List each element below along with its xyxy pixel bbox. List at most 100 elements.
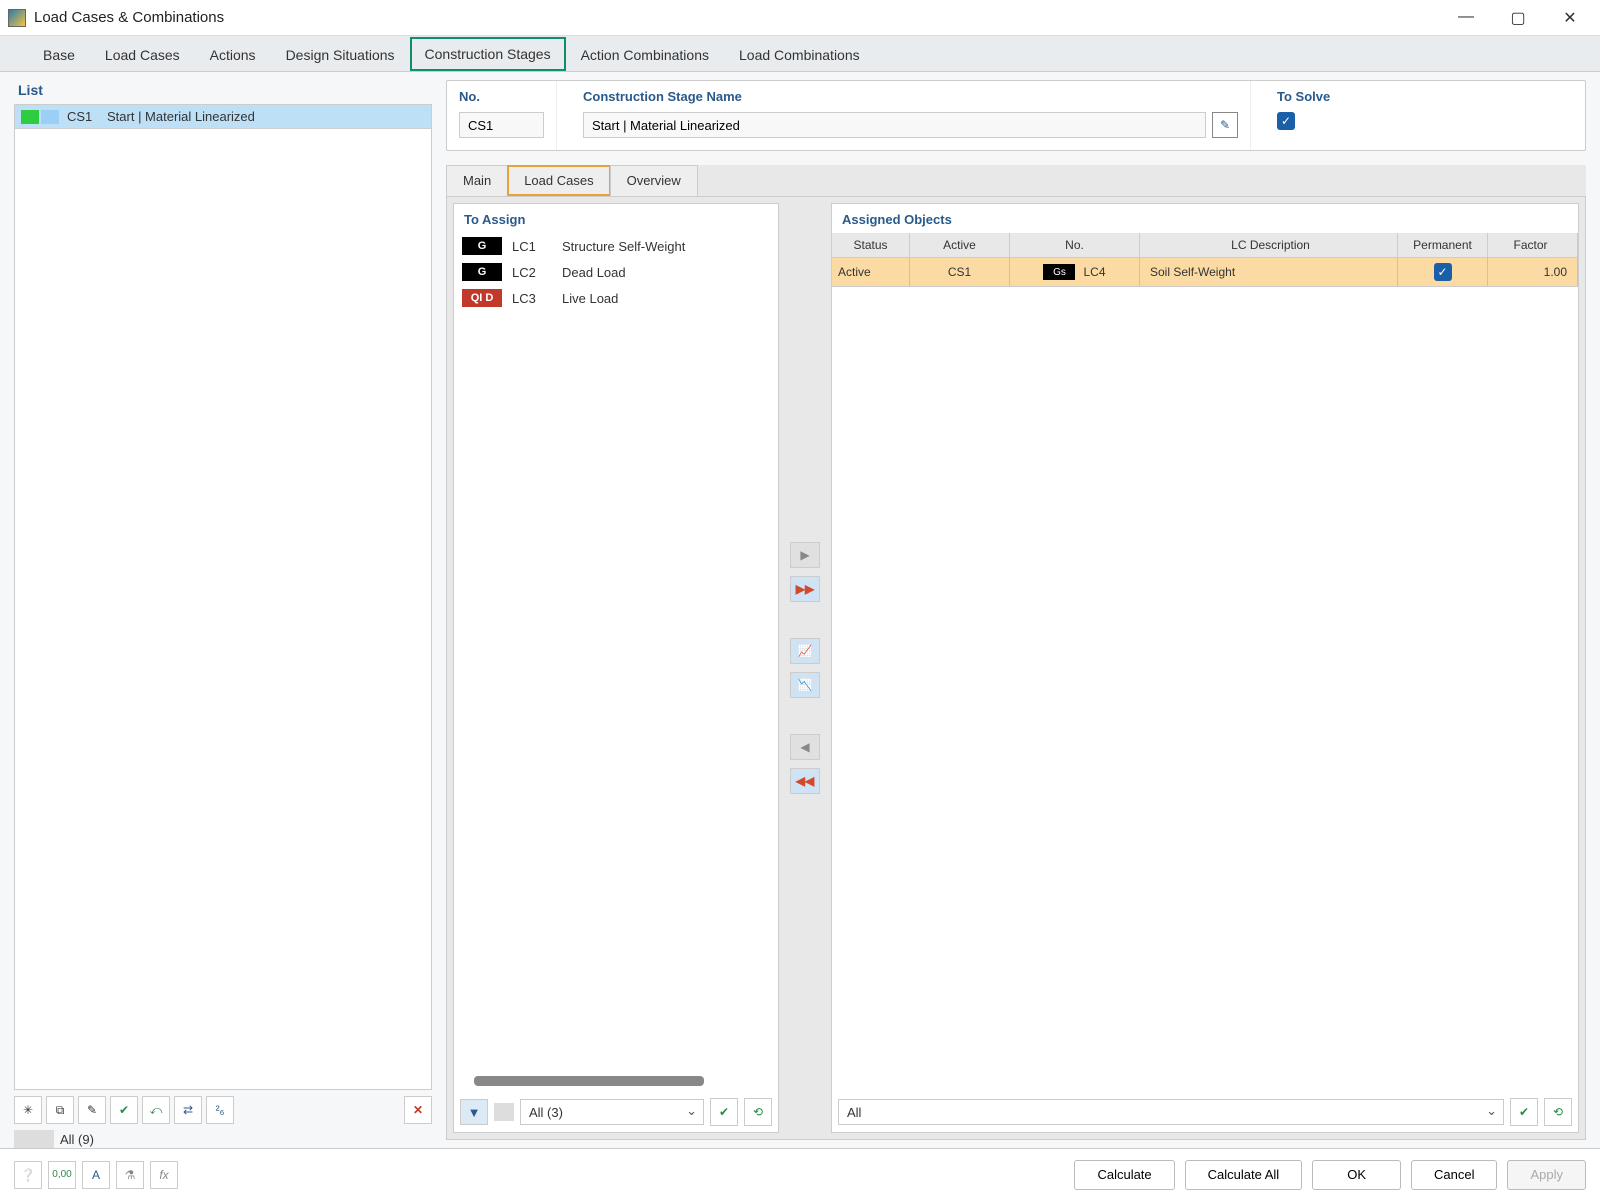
function-button[interactable]: fx bbox=[150, 1161, 178, 1189]
renumber-button[interactable]: ⇄ bbox=[174, 1096, 202, 1124]
to-assign-panel: To Assign G LC1 Structure Self-Weight G … bbox=[453, 203, 779, 1133]
filter-swatch-icon bbox=[14, 1130, 54, 1148]
subtab-overview[interactable]: Overview bbox=[610, 165, 698, 196]
select-all-button[interactable]: ✔ bbox=[710, 1098, 738, 1126]
col-desc[interactable]: LC Description bbox=[1140, 233, 1398, 257]
calculate-all-button[interactable]: Calculate All bbox=[1185, 1160, 1303, 1190]
refresh-button[interactable]: ⟲ bbox=[744, 1098, 772, 1126]
filter-swatch-icon bbox=[494, 1103, 514, 1121]
main-tabs: Base Load Cases Actions Design Situation… bbox=[0, 36, 1600, 72]
font-button[interactable]: A bbox=[82, 1161, 110, 1189]
list-item[interactable]: G LC2 Dead Load bbox=[462, 259, 770, 285]
tab-design-situations[interactable]: Design Situations bbox=[271, 38, 410, 71]
cell-factor[interactable]: 1.00 bbox=[1488, 258, 1578, 286]
cell-perm[interactable]: ✓ bbox=[1398, 258, 1488, 286]
to-assign-list[interactable]: G LC1 Structure Self-Weight G LC2 Dead L… bbox=[454, 233, 778, 1068]
sort-button[interactable]: ²₆ bbox=[206, 1096, 234, 1124]
to-assign-header: To Assign bbox=[454, 204, 778, 233]
tab-base[interactable]: Base bbox=[28, 38, 90, 71]
ok-button[interactable]: OK bbox=[1312, 1160, 1401, 1190]
lc-code: LC2 bbox=[512, 265, 552, 280]
cell-no: Gs LC4 bbox=[1010, 258, 1140, 286]
list-item[interactable]: CS1 Start | Material Linearized bbox=[15, 105, 431, 129]
name-input[interactable] bbox=[583, 112, 1206, 138]
new-item-button[interactable]: ✳ bbox=[14, 1096, 42, 1124]
scrollbar[interactable] bbox=[474, 1076, 704, 1086]
list-item[interactable]: G LC1 Structure Self-Weight bbox=[462, 233, 770, 259]
check-all-button[interactable]: ✔ bbox=[110, 1096, 138, 1124]
name-label: Construction Stage Name bbox=[583, 89, 1238, 104]
move-all-right-button[interactable]: ▶▶ bbox=[790, 576, 820, 602]
title-bar: Load Cases & Combinations — ▢ ✕ bbox=[0, 0, 1600, 36]
category-badge-icon: QI D bbox=[462, 289, 502, 307]
top-fields: No. Construction Stage Name ✎ To Solve ✓ bbox=[446, 80, 1586, 151]
solve-checkbox[interactable]: ✓ bbox=[1277, 112, 1295, 130]
assigned-filter-select[interactable]: All bbox=[838, 1099, 1504, 1125]
grid-header: Status Active No. LC Description Permane… bbox=[832, 233, 1578, 258]
table-row[interactable]: Active CS1 Gs LC4 Soil Self-Weight ✓ 1.0… bbox=[832, 258, 1578, 287]
filter-tool-button[interactable]: ⚗ bbox=[116, 1161, 144, 1189]
help-button[interactable]: ❔ bbox=[14, 1161, 42, 1189]
type-swatch-icon bbox=[41, 110, 59, 124]
cell-desc: Soil Self-Weight bbox=[1140, 258, 1398, 286]
status-swatch-icon bbox=[21, 110, 39, 124]
no-label: No. bbox=[459, 89, 544, 104]
lc-desc: Dead Load bbox=[562, 265, 626, 280]
col-no[interactable]: No. bbox=[1010, 233, 1140, 257]
cancel-button[interactable]: Cancel bbox=[1411, 1160, 1497, 1190]
minimize-icon[interactable]: — bbox=[1452, 8, 1480, 28]
lc-code: LC1 bbox=[512, 239, 552, 254]
filter-button[interactable]: ▼ bbox=[460, 1099, 488, 1125]
units-button[interactable]: 0,00 bbox=[48, 1161, 76, 1189]
list-header: List bbox=[14, 72, 432, 104]
sub-tabs: Main Load Cases Overview bbox=[446, 165, 1586, 197]
list-panel: List CS1 Start | Material Linearized ✳ ⧉… bbox=[14, 72, 432, 1148]
list-filter: All (9) bbox=[14, 1130, 432, 1148]
refresh-assigned-button[interactable]: ⟲ bbox=[1544, 1098, 1572, 1126]
category-badge-icon: G bbox=[462, 237, 502, 255]
window-title: Load Cases & Combinations bbox=[34, 9, 1452, 26]
tab-construction-stages[interactable]: Construction Stages bbox=[410, 37, 566, 71]
cell-status: Active bbox=[832, 258, 910, 286]
filter-select[interactable]: All (3) bbox=[520, 1099, 704, 1125]
chart-down-button[interactable]: 📉 bbox=[790, 672, 820, 698]
solve-label: To Solve bbox=[1277, 89, 1573, 104]
edit-item-button[interactable]: ✎ bbox=[78, 1096, 106, 1124]
maximize-icon[interactable]: ▢ bbox=[1504, 8, 1532, 28]
move-all-left-button[interactable]: ◀◀ bbox=[790, 768, 820, 794]
list-item[interactable]: QI D LC3 Live Load bbox=[462, 285, 770, 311]
subtab-load-cases[interactable]: Load Cases bbox=[507, 165, 610, 196]
col-factor[interactable]: Factor bbox=[1488, 233, 1578, 257]
list-box[interactable]: CS1 Start | Material Linearized bbox=[14, 104, 432, 1090]
move-right-button[interactable]: ▶ bbox=[790, 542, 820, 568]
filter-label: All (9) bbox=[60, 1132, 94, 1147]
uncheck-all-button[interactable]: ⤺ bbox=[142, 1096, 170, 1124]
tab-actions[interactable]: Actions bbox=[195, 38, 271, 71]
col-status[interactable]: Status bbox=[832, 233, 910, 257]
bottom-bar: ❔ 0,00 A ⚗ fx Calculate Calculate All OK… bbox=[0, 1148, 1600, 1200]
grid-body[interactable]: Active CS1 Gs LC4 Soil Self-Weight ✓ 1.0… bbox=[832, 258, 1578, 1092]
tab-action-combinations[interactable]: Action Combinations bbox=[566, 38, 724, 71]
delete-button[interactable]: ✕ bbox=[404, 1096, 432, 1124]
subtab-main[interactable]: Main bbox=[446, 165, 508, 196]
copy-item-button[interactable]: ⧉ bbox=[46, 1096, 74, 1124]
col-perm[interactable]: Permanent bbox=[1398, 233, 1488, 257]
apply-button[interactable]: Apply bbox=[1507, 1160, 1586, 1190]
lc-desc: Structure Self-Weight bbox=[562, 239, 685, 254]
tab-load-combinations[interactable]: Load Combinations bbox=[724, 38, 875, 71]
transfer-buttons: ▶ ▶▶ 📈 📉 ◀ ◀◀ bbox=[785, 203, 825, 1133]
edit-name-button[interactable]: ✎ bbox=[1212, 112, 1238, 138]
category-badge-icon: G bbox=[462, 263, 502, 281]
category-badge-icon: Gs bbox=[1043, 264, 1075, 280]
move-left-button[interactable]: ◀ bbox=[790, 734, 820, 760]
no-input[interactable] bbox=[459, 112, 544, 138]
chart-up-button[interactable]: 📈 bbox=[790, 638, 820, 664]
lc-code: LC3 bbox=[512, 291, 552, 306]
select-all-assigned-button[interactable]: ✔ bbox=[1510, 1098, 1538, 1126]
calculate-button[interactable]: Calculate bbox=[1074, 1160, 1174, 1190]
list-toolbar: ✳ ⧉ ✎ ✔ ⤺ ⇄ ²₆ ✕ bbox=[14, 1090, 432, 1130]
col-active[interactable]: Active bbox=[910, 233, 1010, 257]
close-icon[interactable]: ✕ bbox=[1556, 8, 1584, 28]
list-item-name: Start | Material Linearized bbox=[107, 109, 255, 124]
tab-load-cases[interactable]: Load Cases bbox=[90, 38, 195, 71]
